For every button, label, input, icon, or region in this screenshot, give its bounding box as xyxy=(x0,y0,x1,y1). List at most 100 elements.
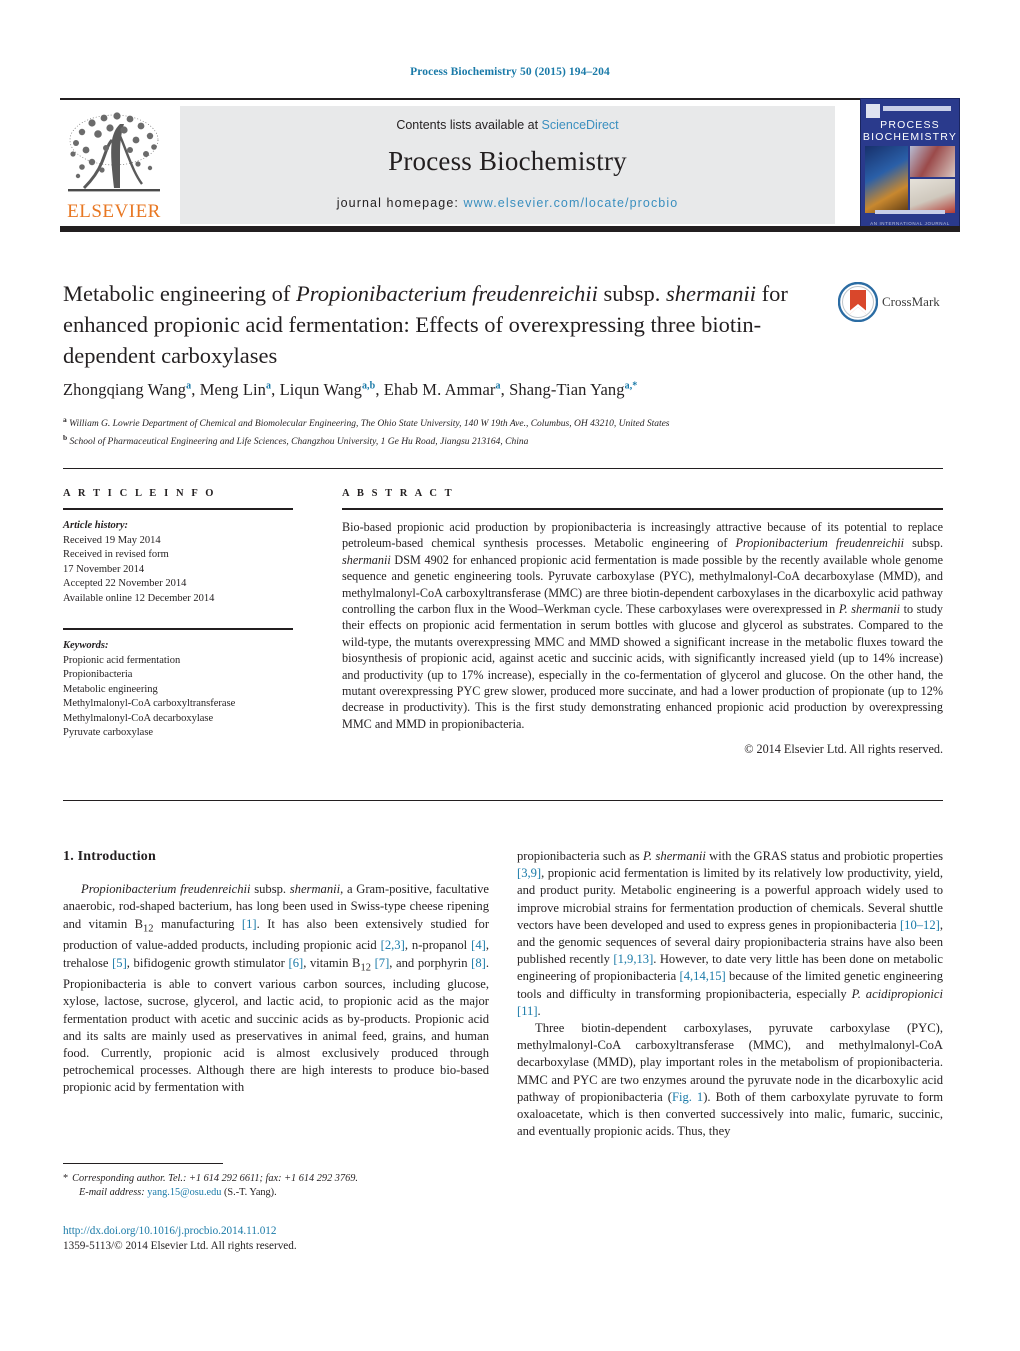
citation-ref[interactable]: [1] xyxy=(242,917,257,931)
elsevier-logo: ELSEVIER xyxy=(62,110,166,222)
footnote-email-label: E-mail address: xyxy=(79,1187,145,1198)
cover-title-line1: PROCESS xyxy=(880,119,940,131)
citation-ref[interactable]: [6] xyxy=(289,956,304,970)
masthead-bottom-rule xyxy=(60,226,960,232)
intro-r-seg-3: , propionic acid fermentation is limited… xyxy=(517,866,943,932)
intro-subscript-1: 12 xyxy=(143,923,154,935)
journal-cover-thumbnail: PROCESS BIOCHEMISTRY AN INTERNATIONAL JO… xyxy=(860,98,960,230)
affiliation-mark: b xyxy=(63,433,68,443)
cover-photo-2 xyxy=(910,146,955,177)
cover-photo-3 xyxy=(910,179,955,213)
intro-species-2: shermanii xyxy=(289,882,341,897)
intro-r-seg-8: . xyxy=(537,1003,541,1018)
sciencedirect-link[interactable]: ScienceDirect xyxy=(542,118,619,132)
crossmark-icon[interactable] xyxy=(838,282,878,322)
intro-seg-9: , vitamin B xyxy=(303,955,361,970)
author-list: Zhongqiang Wanga, Meng Lina, Liqun Wanga… xyxy=(63,380,638,399)
info-band-bottom-rule xyxy=(63,800,943,801)
masthead-gray-band: Contents lists available at ScienceDirec… xyxy=(180,106,835,224)
author-name[interactable]: Zhongqiang Wang xyxy=(63,380,186,399)
title-species-1: Propionibacterium freudenreichii xyxy=(296,281,598,306)
intro-r-species-2: P. acidipropionici xyxy=(851,986,943,1001)
cover-title-line2: BIOCHEMISTRY xyxy=(862,131,958,143)
citation-ref[interactable]: [4,14,15] xyxy=(680,969,726,983)
figure-ref[interactable]: Fig. 1 xyxy=(672,1090,703,1104)
intro-seg-12: . Propionibacteria is able to convert va… xyxy=(63,955,489,1095)
info-band-top-rule xyxy=(63,468,943,469)
citation-ref[interactable]: [10–12] xyxy=(900,918,940,932)
journal-homepage-link[interactable]: www.elsevier.com/locate/procbio xyxy=(464,196,679,210)
citation-ref[interactable]: [4] xyxy=(471,938,486,952)
introduction-paragraph-1-cont: propionibacteria such as P. shermanii wi… xyxy=(517,848,943,1020)
keyword-item: Methylmalonyl-CoA decarboxylase xyxy=(63,712,214,724)
masthead-top-rule xyxy=(60,98,960,100)
doi-link[interactable]: http://dx.doi.org/10.1016/j.procbio.2014… xyxy=(63,1224,493,1239)
citation-ref[interactable]: [2,3] xyxy=(381,938,405,952)
intro-seg-11: , and porphyrin xyxy=(389,955,472,970)
abstract-text: Bio-based propionic acid production by p… xyxy=(342,519,943,732)
affiliation-item: a William G. Lowrie Department of Chemic… xyxy=(63,415,670,430)
abstract-rule xyxy=(342,508,943,510)
title-segment-1: Metabolic engineering of xyxy=(63,281,297,306)
footnote-email-link[interactable]: yang.15@osu.edu xyxy=(147,1187,221,1198)
elsevier-tree-icon xyxy=(68,112,160,192)
cover-title: PROCESS BIOCHEMISTRY xyxy=(861,119,959,143)
doi-block: http://dx.doi.org/10.1016/j.procbio.2014… xyxy=(63,1224,493,1254)
citation-ref[interactable]: [8] xyxy=(471,956,486,970)
abstract-species-1: Propionibacterium freudenreichii xyxy=(735,536,905,551)
crossmark-label: CrossMark xyxy=(882,294,940,309)
homepage-prefix: journal homepage: xyxy=(336,196,464,210)
citation-ref[interactable]: [1,9,13] xyxy=(613,952,653,966)
citation-ref[interactable]: [7] xyxy=(375,956,390,970)
intro-species-1: Propionibacterium freudenreichii xyxy=(81,882,251,897)
article-history-list: Received 19 May 2014 Received in revised … xyxy=(63,534,293,607)
cover-top-bar xyxy=(883,106,951,111)
intro-seg-2: subsp. xyxy=(250,882,290,897)
footnote-line-2: E-mail address: yang.15@osu.edu (S.-T. Y… xyxy=(63,1186,493,1200)
cover-photo-1 xyxy=(865,146,908,213)
intro-r-seg-1: propionibacteria such as xyxy=(517,849,643,863)
introduction-paragraph-2: Three biotin-dependent carboxylases, pyr… xyxy=(517,1020,943,1140)
affiliation-item: b School of Pharmaceutical Engineering a… xyxy=(63,433,529,448)
running-head: Process Biochemistry 50 (2015) 194–204 xyxy=(410,66,610,78)
abstract-seg-2: subsp. xyxy=(904,536,943,551)
citation-ref[interactable]: [5] xyxy=(112,956,127,970)
article-history-item: Accepted 22 November 2014 xyxy=(63,578,187,589)
keyword-item: Metabolic engineering xyxy=(63,683,158,695)
author-affiliation-mark: a xyxy=(266,380,272,392)
contents-prefix: Contents lists available at xyxy=(396,118,542,132)
keyword-item: Propionic acid fermentation xyxy=(63,654,181,666)
author-name[interactable]: Meng Lin xyxy=(200,380,266,399)
intro-seg-6: , n-propanol xyxy=(404,938,472,953)
footnote-rule xyxy=(63,1163,223,1164)
abstract-species-2: shermanii xyxy=(342,552,391,567)
keyword-item: Propionibacteria xyxy=(63,669,133,680)
crossmark-badge-container[interactable]: CrossMark xyxy=(838,282,944,324)
author-affiliation-mark: a,* xyxy=(624,380,638,392)
introduction-left-column: 1. Introduction Propionibacterium freude… xyxy=(63,848,489,1097)
journal-homepage-line: journal homepage: www.elsevier.com/locat… xyxy=(180,196,835,210)
intro-r-seg-2: with the GRAS status and probiotic prope… xyxy=(705,849,943,863)
affiliation-mark: a xyxy=(63,415,67,424)
contents-available-line: Contents lists available at ScienceDirec… xyxy=(180,118,835,132)
abstract-seg-4: to study their effects on propionic acid… xyxy=(342,602,944,731)
citation-ref[interactable]: [11] xyxy=(517,1004,538,1018)
footnote-email-suffix: (S.-T. Yang). xyxy=(221,1187,277,1198)
citation-ref[interactable]: [3,9] xyxy=(517,866,541,880)
author-name[interactable]: Shang-Tian Yang xyxy=(509,380,625,399)
footnote-star: * xyxy=(63,1173,69,1184)
cover-emblem-icon xyxy=(866,104,880,118)
author-name[interactable]: Liqun Wang xyxy=(280,380,362,399)
introduction-heading: 1. Introduction xyxy=(63,849,156,864)
corresponding-author-footnote: * Corresponding author. Tel.: +1 614 292 … xyxy=(63,1172,493,1200)
intro-seg-4: manufacturing xyxy=(153,916,242,931)
keywords-rule xyxy=(63,628,293,630)
author-name[interactable]: Ehab M. Ammar xyxy=(384,380,496,399)
abstract-heading: A B S T R A C T xyxy=(342,488,455,499)
title-segment-2: subsp. xyxy=(597,281,667,306)
keyword-item: Methylmalonyl-CoA carboxyltransferase xyxy=(63,698,236,709)
footnote-line-1: * Corresponding author. Tel.: +1 614 292 … xyxy=(63,1172,493,1186)
cover-photo-collage xyxy=(865,146,955,213)
abstract-copyright: © 2014 Elsevier Ltd. All rights reserved… xyxy=(744,742,943,757)
